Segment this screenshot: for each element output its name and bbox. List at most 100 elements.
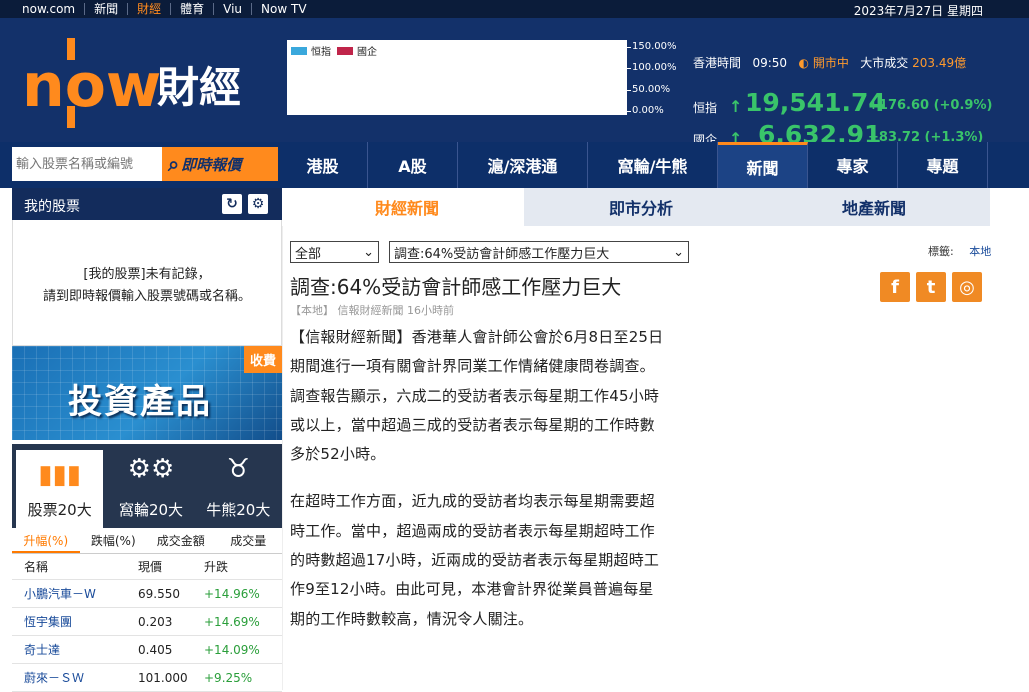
tag-local[interactable]: 本地 [969, 245, 991, 258]
stock-change: +14.09% [204, 642, 260, 657]
article-select-value: 調查:64%受訪會計師感工作壓力巨大 [394, 246, 610, 262]
article-paragraph: 【信報財經新聞】香港華人會計師公會於6月8日至25日期間進行一項有關會計界同業工… [290, 328, 664, 464]
chevron-down-icon: ⌄ [363, 244, 374, 260]
legend-swatch-hsi [291, 46, 307, 55]
twitter-icon[interactable]: t [916, 272, 946, 302]
stock-price: 69.550 [138, 586, 180, 601]
nav-experts[interactable]: 專家 [808, 142, 898, 188]
stock-price: 0.405 [138, 642, 173, 657]
facebook-icon[interactable]: f [880, 272, 910, 302]
table-row[interactable]: 奇士達 0.405 +14.09% [12, 636, 282, 664]
tab-volume[interactable]: 成交量 [215, 528, 283, 553]
site-link-now[interactable]: now.com [22, 3, 84, 15]
stock-price: 101.000 [138, 670, 188, 685]
quote-button-label: 即時報價 [181, 155, 242, 174]
paid-badge: 收費 [243, 346, 282, 373]
nav-news[interactable]: 新聞 [718, 142, 808, 188]
tab-market-analysis[interactable]: 即市分析 [524, 188, 758, 226]
index-mini-chart: 恒指 國企 150.00% 100.00% 50.00% 0.00% [287, 40, 677, 140]
ranking-header: 名稱 現價 升跌 [12, 554, 282, 580]
nav-a-shares[interactable]: A股 [368, 142, 458, 188]
hk-time-label: 香港時間 [693, 56, 742, 70]
tab-losers[interactable]: 跌幅(%) [80, 528, 148, 553]
tab-cbbc-top20[interactable]: ♉ 牛熊20大 [195, 444, 282, 528]
tab-label: 牛熊20大 [206, 501, 271, 519]
stock-name[interactable]: 小鵬汽車－W [12, 585, 138, 602]
site-link-news[interactable]: 新聞 [84, 3, 127, 15]
left-column: 我的股票 ↻ ⚙ [我的股票]未有記錄， 請到即時報價輸入股票號碼或名稱。 投資… [12, 188, 282, 692]
nav-hk-stocks[interactable]: 港股 [278, 142, 368, 188]
my-stocks-title: 我的股票 [24, 199, 80, 215]
tab-finance-news[interactable]: 財經新聞 [290, 188, 524, 226]
investment-products-banner[interactable]: 投資產品 收費 [12, 346, 282, 440]
gears-icon: ⚙⚙ [127, 454, 175, 484]
nav-warrants[interactable]: 窩輪/牛熊 [588, 142, 718, 188]
site-link-finance[interactable]: 財經 [127, 3, 170, 15]
market-open-icon: ◐ [798, 56, 809, 70]
stock-change: +9.25% [204, 670, 253, 685]
article-title: 調查:64%受訪會計師感工作壓力巨大 [290, 275, 622, 299]
current-date: 2023年7月27日 星期四 [853, 4, 983, 18]
stock-change: +14.96% [204, 586, 260, 601]
my-stocks-empty-line2: 請到即時報價輸入股票號碼或名稱。 [42, 289, 251, 304]
logo-title: 財經 [157, 63, 241, 112]
my-stocks-empty-line1: [我的股票]未有記錄， [83, 267, 211, 282]
tab-warrants-top20[interactable]: ⚙⚙ 窩輪20大 [107, 444, 194, 528]
weibo-icon[interactable]: ◎ [952, 272, 982, 302]
up-arrow-icon: ↑ [729, 97, 743, 116]
table-row[interactable]: 小鵬汽車－W 69.550 +14.96% [12, 580, 282, 608]
content-tabs: 財經新聞 即市分析 地產新聞 [290, 188, 990, 226]
y-tick-label: 0.00% [627, 105, 664, 116]
turnover-value: 203.49億 [912, 56, 967, 70]
tab-label: 股票20大 [27, 501, 92, 519]
bull-bear-icon: ♉ [226, 454, 250, 484]
top-bar: now.com 新聞 財經 體育 Viu Now TV 2023年7月27日 星… [0, 0, 1029, 18]
stock-change: +14.69% [204, 614, 260, 629]
bar-chart-icon: ▮▮▮ [38, 460, 82, 490]
realtime-quote-button[interactable]: ⌕ 即時報價 [162, 147, 278, 181]
category-select[interactable]: 全部 ⌄ [290, 241, 379, 263]
my-stocks-header: 我的股票 ↻ ⚙ [12, 188, 282, 220]
top20-tabs: ▮▮▮ 股票20大 ⚙⚙ 窩輪20大 ♉ 牛熊20大 [12, 444, 282, 528]
category-select-value: 全部 [295, 246, 322, 262]
site-link-sports[interactable]: 體育 [170, 3, 213, 15]
table-row[interactable]: 恆宇集團 0.203 +14.69% [12, 608, 282, 636]
share-buttons: f t ◎ [880, 272, 982, 302]
tags-label: 標籤: [928, 245, 954, 258]
stock-name[interactable]: 奇士達 [12, 641, 138, 658]
article-select[interactable]: 調查:64%受訪會計師感工作壓力巨大 ⌄ [389, 241, 689, 263]
tab-turnover[interactable]: 成交金額 [147, 528, 215, 553]
stock-name[interactable]: 恆宇集團 [12, 613, 138, 630]
stock-price: 0.203 [138, 614, 173, 629]
col-name: 名稱 [24, 560, 49, 574]
gear-icon[interactable]: ⚙ [248, 194, 268, 214]
now-finance-logo[interactable]: now 財經 [22, 36, 252, 131]
article-meta: 【本地】 信報財經新聞 16小時前 [290, 304, 454, 317]
site-link-nowtv[interactable]: Now TV [251, 3, 316, 15]
hk-time: 09:50 [752, 56, 788, 70]
tab-stocks-top20[interactable]: ▮▮▮ 股票20大 [16, 450, 104, 528]
stock-search-input[interactable] [12, 147, 162, 181]
col-change: 升跌 [204, 560, 229, 574]
market-status: 開市中 [812, 56, 849, 70]
nav-stock-connect[interactable]: 滬/深港通 [458, 142, 588, 188]
site-nav: now.com 新聞 財經 體育 Viu Now TV [22, 0, 316, 18]
legend-hsi: 恒指 [311, 47, 331, 58]
legend-hscei: 國企 [357, 47, 377, 58]
tab-property-news[interactable]: 地產新聞 [758, 188, 990, 226]
hsi-value: 19,541.74 [745, 88, 886, 117]
main-nav: 港股 A股 滬/深港通 窩輪/牛熊 新聞 專家 專題 [278, 142, 988, 188]
stock-name[interactable]: 蔚來－ＳＷ [12, 669, 138, 686]
nav-features[interactable]: 專題 [898, 142, 988, 188]
hsi-name: 恒指 [693, 101, 718, 115]
refresh-icon[interactable]: ↻ [222, 194, 242, 214]
chart-area: 恒指 國企 [287, 40, 627, 115]
hsi-change: +176.60 (+0.9%) [868, 98, 993, 113]
site-link-viu[interactable]: Viu [213, 3, 251, 15]
column-divider [282, 226, 283, 690]
table-row[interactable]: 蔚來－ＳＷ 101.000 +9.25% [12, 664, 282, 692]
search-icon: ⌕ [168, 152, 180, 176]
tab-gainers[interactable]: 升幅(%) [12, 528, 80, 553]
logo-brand: now [22, 51, 161, 121]
chart-legend: 恒指 國企 [291, 43, 383, 58]
